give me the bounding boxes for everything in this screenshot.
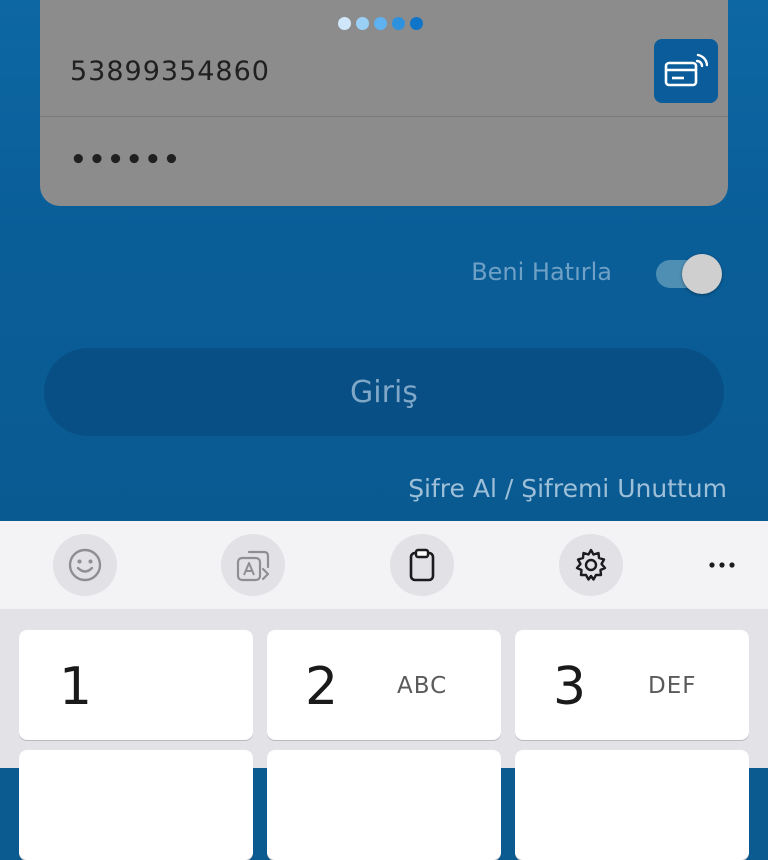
more-button[interactable] [690, 534, 754, 596]
key-2[interactable]: 2 ABC [267, 630, 501, 740]
emoji-icon [68, 548, 102, 582]
numeric-keyboard: 1 2 ABC 3 DEF [0, 521, 768, 860]
settings-icon [575, 548, 607, 581]
key-letters: DEF [648, 673, 697, 699]
login-button[interactable]: Giriş [44, 348, 724, 436]
key-4[interactable] [19, 750, 253, 860]
loading-indicator [338, 17, 423, 30]
keyboard-toolbar [0, 521, 768, 609]
card-reader-icon [664, 53, 708, 87]
key-digit: 2 [305, 657, 339, 717]
key-3[interactable]: 3 DEF [515, 630, 749, 740]
loading-dot [410, 17, 423, 30]
key-6[interactable] [515, 750, 749, 860]
toggle-knob [682, 254, 722, 294]
login-screen: 53899354860 •••••• Beni Hatırla Giriş Şi… [0, 0, 768, 521]
remember-me-label: Beni Hatırla [471, 258, 612, 286]
loading-dot [374, 17, 387, 30]
loading-dot [392, 17, 405, 30]
loading-dot [356, 17, 369, 30]
key-1[interactable]: 1 [19, 630, 253, 740]
key-5[interactable] [267, 750, 501, 860]
loading-dot [338, 17, 351, 30]
phone-field-value: 53899354860 [70, 56, 270, 87]
card-reader-button[interactable] [654, 39, 718, 103]
password-field-value: •••••• [70, 145, 182, 175]
clipboard-icon [409, 548, 435, 582]
key-digit: 1 [59, 657, 93, 717]
emoji-button[interactable] [53, 534, 117, 596]
remember-me-toggle[interactable] [656, 254, 722, 294]
key-digit: 3 [553, 657, 587, 717]
key-letters: ABC [397, 673, 448, 699]
clipboard-button[interactable] [390, 534, 454, 596]
translate-icon [236, 550, 270, 582]
login-form: 53899354860 •••••• [40, 0, 728, 206]
more-icon [709, 562, 735, 568]
forgot-password-link[interactable]: Şifre Al / Şifremi Unuttum [408, 474, 727, 503]
settings-button[interactable] [559, 534, 623, 596]
phone-field[interactable]: 53899354860 [40, 27, 728, 117]
password-field[interactable]: •••••• [40, 117, 728, 206]
translate-button[interactable] [221, 534, 285, 596]
